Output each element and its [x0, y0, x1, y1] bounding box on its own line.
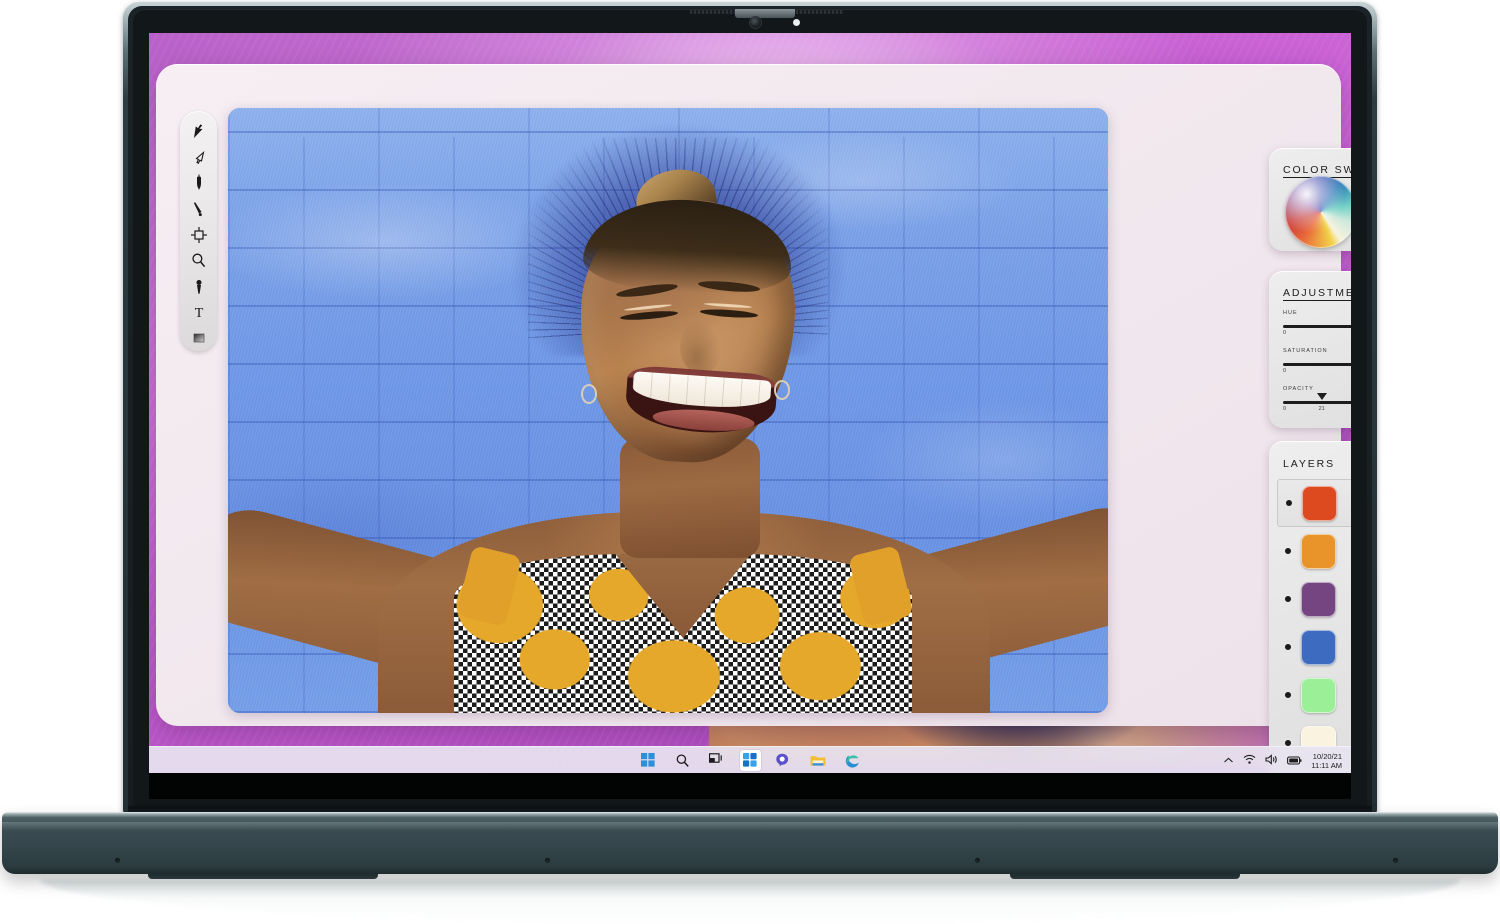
layer-color-swatch[interactable] [1301, 582, 1336, 617]
tool-move-arrow[interactable] [184, 119, 214, 145]
patterned-tank-top [454, 554, 912, 713]
layer-visibility-dot-icon[interactable] [1286, 500, 1292, 506]
layer-color-swatch[interactable] [1302, 486, 1337, 521]
earring-right [774, 380, 790, 400]
opacity-slider-group: OPACITY 0 21 100 [1283, 386, 1351, 416]
layer-visibility-dot-icon[interactable] [1285, 596, 1291, 602]
hue-slider-label: HUE [1283, 310, 1351, 316]
base-screw-3 [975, 858, 980, 863]
taskbar-icon-group [638, 750, 863, 771]
saturation-slider-track[interactable] [1283, 363, 1351, 366]
tool-zoom[interactable] [184, 248, 214, 274]
layer-color-swatch[interactable] [1301, 534, 1336, 569]
edge-button[interactable] [842, 750, 863, 771]
speaker-grille-right [792, 10, 844, 14]
tool-pencil[interactable] [184, 171, 214, 197]
color-wheel-icon[interactable] [1285, 176, 1351, 248]
saturation-slider-group: SATURATION 0 72 100 [1283, 348, 1351, 378]
tool-lasso-select[interactable] [184, 145, 214, 171]
layer-visibility-dot-icon[interactable] [1285, 548, 1291, 554]
photo-subject-woman [228, 108, 1108, 713]
nose [680, 320, 722, 374]
tray-time: 11:11 AM [1311, 761, 1342, 770]
layer-color-swatch[interactable] [1301, 678, 1336, 713]
hue-slider-track[interactable] [1283, 325, 1351, 328]
layers-panel: LAYERS × COLORCOLORCOLORCOLORCOLORCOLOR [1269, 441, 1351, 788]
webcam-lens-icon [750, 17, 761, 28]
tool-text[interactable]: T [184, 299, 214, 325]
base-screw-1 [115, 858, 120, 863]
widgets-button[interactable] [740, 750, 761, 771]
chat-button[interactable] [774, 750, 795, 771]
layer-row[interactable]: COLOR [1277, 671, 1351, 719]
layer-row[interactable]: COLOR [1277, 527, 1351, 575]
color-swap-panel: COLOR SWAP × R: 124 G: 199 B: 200 [1269, 148, 1351, 251]
camera-notch [735, 9, 795, 18]
layers-list[interactable]: COLORCOLORCOLORCOLORCOLORCOLOR [1277, 479, 1351, 779]
earring-left [581, 384, 597, 404]
start-button[interactable] [638, 750, 659, 771]
screen-lower-black-band [149, 773, 1351, 799]
camera-indicator-led-icon [793, 19, 800, 26]
edited-photo [228, 108, 1108, 713]
layer-row[interactable]: COLOR [1277, 623, 1351, 671]
screenshot-stage: T [0, 0, 1500, 924]
tray-clock[interactable]: 10/20/21 11:11 AM [1311, 752, 1342, 770]
layer-visibility-dot-icon[interactable] [1285, 644, 1291, 650]
rubber-foot-left [148, 872, 378, 879]
tool-marker[interactable] [184, 274, 214, 300]
search-button[interactable] [672, 750, 693, 771]
photo-editor-window: T [156, 64, 1341, 726]
saturation-slider-scale: 0 72 100 [1283, 368, 1351, 378]
photo-canvas[interactable] [228, 108, 1108, 713]
layer-visibility-dot-icon[interactable] [1285, 692, 1291, 698]
tool-brush[interactable] [184, 196, 214, 222]
surface-reflection [40, 879, 1460, 923]
file-explorer-button[interactable] [808, 750, 829, 771]
laptop-base-lip [2, 822, 1498, 831]
tool-crop[interactable] [184, 222, 214, 248]
hue-slider-min: 0 [1283, 330, 1286, 336]
task-view-button[interactable] [706, 750, 727, 771]
tray-date: 10/20/21 [1311, 752, 1342, 761]
rubber-foot-right [1010, 872, 1240, 879]
system-tray: 10/20/21 11:11 AM [1223, 747, 1342, 774]
layer-row[interactable]: COLOR [1277, 479, 1351, 527]
opacity-slider-track[interactable] [1283, 401, 1351, 404]
layer-row[interactable]: COLOR [1277, 575, 1351, 623]
opacity-slider-scale: 0 21 100 [1283, 406, 1351, 416]
opacity-slider-label: OPACITY [1283, 386, 1351, 392]
windows-taskbar[interactable]: 10/20/21 11:11 AM [149, 746, 1351, 773]
teeth-separations [632, 371, 772, 411]
adjustments-title: ADJUSTMENTS [1283, 287, 1351, 301]
tool-gradient-swatch[interactable] [184, 325, 214, 351]
battery-icon[interactable] [1287, 752, 1302, 770]
hue-slider-scale: 0 57 100 [1283, 330, 1351, 340]
layer-color-swatch[interactable] [1301, 630, 1336, 665]
wifi-icon[interactable] [1243, 752, 1256, 770]
opacity-slider-thumb[interactable] [1317, 393, 1327, 400]
speaker-icon[interactable] [1265, 752, 1278, 770]
base-screw-2 [545, 858, 550, 863]
svg-text:T: T [194, 306, 203, 320]
tray-overflow-chevron-up-icon[interactable] [1223, 752, 1234, 770]
opacity-slider-value: 21 [1319, 406, 1325, 412]
hue-slider-group: HUE 0 57 100 [1283, 310, 1351, 340]
tool-palette[interactable]: T [180, 111, 217, 351]
base-screw-4 [1393, 858, 1398, 863]
adjustments-panel: ADJUSTMENTS × HUE 0 57 100 SATURATION [1269, 271, 1351, 428]
saturation-slider-min: 0 [1283, 368, 1286, 374]
layers-title: LAYERS [1283, 458, 1335, 471]
opacity-slider-min: 0 [1283, 406, 1286, 412]
saturation-slider-label: SATURATION [1283, 348, 1351, 354]
laptop-screen: T [149, 33, 1351, 799]
